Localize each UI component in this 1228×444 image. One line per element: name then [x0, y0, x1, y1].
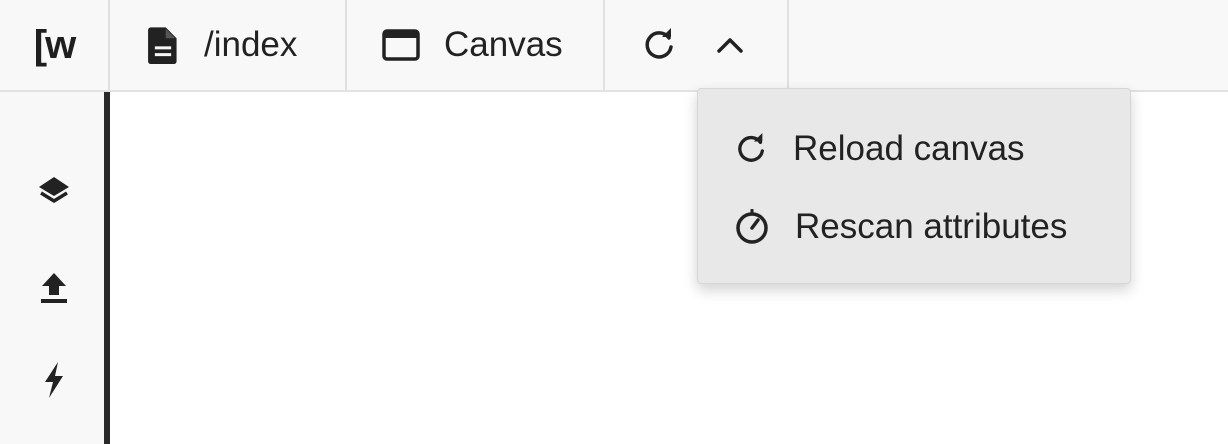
- logo-text: [w: [33, 22, 76, 67]
- canvas-label: Canvas: [444, 25, 563, 64]
- menu-item-rescan-attributes[interactable]: Rescan attributes: [698, 197, 1130, 257]
- menu-item-label: Reload canvas: [793, 129, 1025, 168]
- menu-item-label: Rescan attributes: [795, 207, 1068, 246]
- app-logo[interactable]: [w: [0, 0, 110, 90]
- route-label: /index: [204, 25, 298, 64]
- chevron-up-icon[interactable]: [715, 35, 745, 55]
- upload-icon[interactable]: [34, 268, 74, 308]
- lightning-icon[interactable]: [34, 360, 74, 400]
- refresh-icon[interactable]: [641, 27, 677, 63]
- menu-item-reload-canvas[interactable]: Reload canvas: [698, 119, 1130, 179]
- window-icon: [382, 29, 420, 61]
- refresh-icon: [734, 132, 768, 166]
- layers-icon[interactable]: [34, 171, 74, 211]
- canvas-selector[interactable]: Canvas: [347, 0, 605, 90]
- left-sidebar: [0, 92, 110, 444]
- timer-icon: [734, 209, 770, 245]
- route-selector[interactable]: /index: [110, 0, 347, 90]
- top-toolbar: [w /index Canvas: [0, 0, 1228, 92]
- canvas-actions-menu: Reload canvas Rescan attributes: [697, 88, 1131, 284]
- canvas-actions: [605, 0, 789, 90]
- document-icon: [146, 26, 180, 64]
